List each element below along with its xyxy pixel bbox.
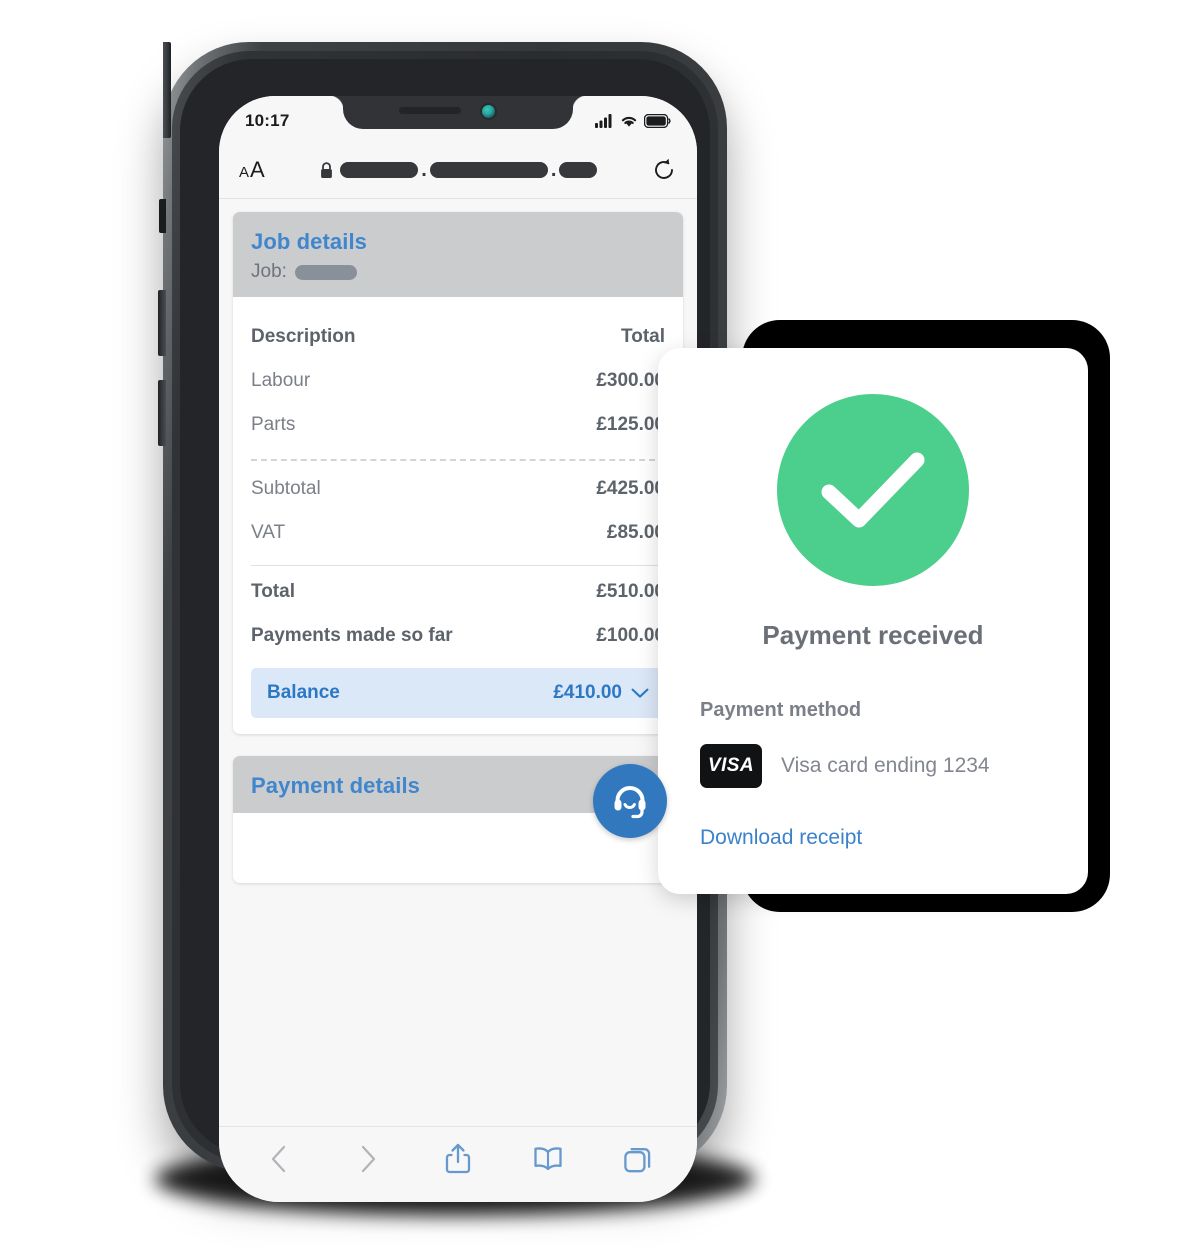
- job-details-title: Job details: [251, 229, 368, 254]
- bookmarks-button[interactable]: [522, 1138, 574, 1180]
- back-button[interactable]: [252, 1138, 304, 1180]
- share-button[interactable]: [432, 1138, 484, 1180]
- battery-full-icon: [644, 113, 671, 128]
- summary-label: VAT: [251, 522, 286, 543]
- book-icon: [534, 1146, 562, 1170]
- web-page-content: Job details Job: Description Total Labou: [219, 198, 697, 1126]
- total-value: £510.00: [596, 581, 665, 602]
- forward-button[interactable]: [342, 1138, 394, 1180]
- payment-received-card: Payment received Payment method VISA Vis…: [658, 348, 1088, 894]
- payment-method-row: VISA Visa card ending 1234: [700, 744, 1046, 788]
- download-receipt-link[interactable]: Download receipt: [700, 826, 862, 850]
- phone-notch: [329, 96, 587, 129]
- earpiece-speaker-icon: [399, 107, 461, 114]
- payments-made-value: £100.00: [596, 625, 665, 646]
- summary-label: Subtotal: [251, 478, 321, 499]
- browser-bottom-toolbar: [219, 1126, 697, 1202]
- job-details-body: Description Total Labour £300.00 Parts £…: [233, 297, 683, 734]
- tabs-button[interactable]: [612, 1138, 664, 1180]
- job-details-header: Job details Job:: [233, 212, 683, 297]
- chevron-right-icon: [361, 1145, 375, 1172]
- share-icon: [445, 1143, 471, 1173]
- phone-device: 10:17 A A . . Job details Job: Descripti…: [158, 42, 727, 1202]
- lock-icon: [321, 161, 333, 178]
- line-item-value: £300.00: [596, 370, 665, 391]
- balance-value: £410.00: [553, 682, 622, 703]
- table-row: VAT £85.00: [251, 511, 665, 555]
- url-redacted-segment-2: [429, 162, 548, 178]
- chevron-down-icon[interactable]: [631, 688, 649, 699]
- text-size-button[interactable]: AA: [239, 157, 265, 183]
- line-item-label: Parts: [251, 414, 296, 435]
- silent-switch-button[interactable]: [159, 199, 166, 233]
- url-dot-1: .: [421, 159, 427, 181]
- volume-up-button[interactable]: [158, 290, 166, 356]
- browser-url-bar[interactable]: AA . .: [219, 142, 697, 199]
- support-chat-button[interactable]: [593, 764, 667, 838]
- table-row: Total £510.00: [251, 570, 665, 614]
- front-camera-icon: [482, 105, 495, 118]
- table-header-row: Description Total: [251, 315, 665, 359]
- power-button[interactable]: [163, 42, 171, 138]
- chevron-left-icon: [271, 1145, 285, 1172]
- solid-divider: [251, 565, 665, 566]
- payment-method-label: Payment method: [700, 699, 862, 721]
- line-item-value: £125.00: [596, 414, 665, 435]
- payments-made-label: Payments made so far: [251, 625, 453, 646]
- status-bar-icons: [595, 111, 671, 128]
- url-redacted-segment-3: [559, 162, 598, 178]
- table-row: Parts £125.00: [251, 403, 665, 447]
- job-details-card: Job details Job: Description Total Labou: [233, 212, 683, 734]
- phone-screen: 10:17 A A . . Job details Job: Descripti…: [219, 96, 697, 1202]
- checkmark-icon: [821, 452, 925, 528]
- url-redacted-segment-1: [340, 162, 419, 178]
- reload-icon: [655, 158, 673, 179]
- summary-value: £425.00: [596, 478, 665, 499]
- tabs-icon: [624, 1147, 651, 1172]
- volume-down-button[interactable]: [158, 380, 166, 446]
- column-header-total: Total: [621, 326, 665, 347]
- headset-icon: [614, 786, 646, 819]
- reload-button[interactable]: [653, 158, 675, 182]
- summary-value: £85.00: [606, 522, 665, 543]
- wifi-icon: [621, 116, 637, 127]
- scene: 10:17 A A . . Job details Job: Descripti…: [0, 0, 1200, 1259]
- text-size-small-a: A: [239, 164, 250, 181]
- balance-row[interactable]: Balance £410.00: [251, 668, 665, 718]
- success-indicator: [777, 394, 969, 586]
- visa-card-icon: VISA: [700, 744, 762, 788]
- job-reference-redacted: [294, 264, 357, 280]
- job-reference-row: Job:: [251, 261, 665, 283]
- payment-details-card: Payment details: [233, 756, 683, 883]
- cellular-signal-icon: [595, 113, 612, 128]
- balance-right-group: £410.00: [553, 682, 649, 704]
- url-dot-2: .: [550, 159, 557, 181]
- balance-label: Balance: [267, 682, 340, 703]
- payment-received-title: Payment received: [762, 620, 984, 650]
- table-row: Labour £300.00: [251, 359, 665, 403]
- table-row: Subtotal £425.00: [251, 467, 665, 511]
- column-header-description: Description: [251, 326, 356, 347]
- table-row: Payments made so far £100.00: [251, 614, 665, 658]
- payment-method-text: Visa card ending 1234: [781, 754, 990, 777]
- dashed-divider: [251, 459, 665, 461]
- job-reference-label: Job:: [251, 261, 287, 282]
- text-size-large-a: A: [250, 157, 265, 182]
- status-bar-time: 10:17: [245, 110, 290, 130]
- url-input[interactable]: . .: [265, 159, 653, 181]
- line-item-label: Labour: [251, 370, 311, 391]
- total-label: Total: [251, 581, 295, 602]
